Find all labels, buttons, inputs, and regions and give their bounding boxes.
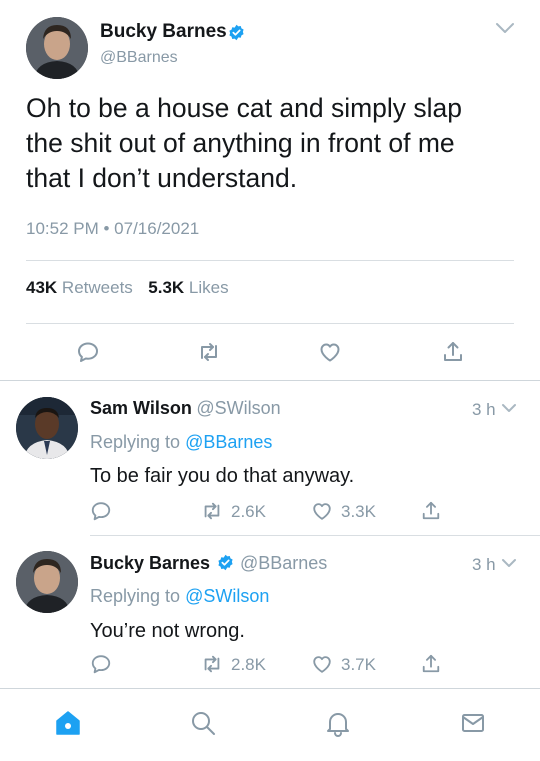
reply-header: Sam Wilson @SWilson bbox=[90, 398, 281, 419]
reply-time[interactable]: 3 h bbox=[472, 555, 496, 575]
replying-to-handle[interactable]: @BBarnes bbox=[185, 432, 272, 452]
chevron-down-icon[interactable] bbox=[494, 20, 516, 36]
reply-text: To be fair you do that anyway. bbox=[90, 465, 355, 487]
chevron-down-icon[interactable] bbox=[500, 557, 518, 571]
tweet-stats: 43K Retweets 5.3K Likes bbox=[26, 278, 229, 298]
verified-badge-icon bbox=[228, 24, 245, 41]
share-icon[interactable] bbox=[442, 340, 464, 364]
retweet-count: 2.6K bbox=[231, 502, 266, 521]
likes-count[interactable]: 5.3K bbox=[148, 278, 184, 297]
reply-time[interactable]: 3 h bbox=[472, 400, 496, 420]
retweets-count[interactable]: 43K bbox=[26, 278, 57, 297]
replying-prefix: Replying to bbox=[90, 586, 181, 606]
retweet-icon[interactable] bbox=[196, 340, 222, 364]
like-count: 3.3K bbox=[341, 502, 376, 521]
author-name[interactable]: Bucky Barnes bbox=[100, 21, 227, 43]
heart-icon[interactable] bbox=[311, 500, 333, 522]
tweet-text: Oh to be a house cat and simply slap the… bbox=[26, 93, 463, 193]
heart-icon[interactable] bbox=[311, 653, 333, 675]
thread-divider bbox=[0, 380, 540, 381]
home-icon[interactable] bbox=[54, 709, 82, 737]
replying-prefix: Replying to bbox=[90, 432, 181, 452]
reply-icon[interactable] bbox=[76, 340, 100, 364]
reply-author-handle[interactable]: @SWilson bbox=[196, 398, 280, 418]
reply-divider bbox=[90, 535, 540, 536]
retweet-count: 2.8K bbox=[231, 655, 266, 674]
divider bbox=[26, 260, 514, 261]
reply-icon[interactable] bbox=[90, 653, 112, 675]
reply-text: You’re not wrong. bbox=[90, 620, 245, 642]
likes-label[interactable]: Likes bbox=[189, 278, 229, 297]
search-icon[interactable] bbox=[189, 709, 217, 737]
reply-avatar[interactable] bbox=[16, 551, 78, 613]
replying-to-line: Replying to @SWilson bbox=[90, 586, 269, 607]
mail-icon[interactable] bbox=[459, 709, 487, 737]
reply-icon[interactable] bbox=[90, 500, 112, 522]
like-count: 3.7K bbox=[341, 655, 376, 674]
divider bbox=[26, 323, 514, 324]
heart-icon[interactable] bbox=[318, 340, 342, 364]
bottom-tab-bar bbox=[0, 689, 540, 761]
verified-badge-icon bbox=[217, 554, 234, 576]
author-avatar[interactable] bbox=[26, 17, 88, 79]
reply-author-handle[interactable]: @BBarnes bbox=[240, 553, 327, 573]
replying-to-handle[interactable]: @SWilson bbox=[185, 586, 269, 606]
share-icon[interactable] bbox=[421, 500, 441, 522]
tweet-timestamp[interactable]: 10:52 PM • 07/16/2021 bbox=[26, 219, 199, 239]
replying-to-line: Replying to @BBarnes bbox=[90, 432, 272, 453]
retweets-label[interactable]: Retweets bbox=[62, 278, 133, 297]
reply-header: Bucky Barnes @BBarnes bbox=[90, 553, 327, 576]
chevron-down-icon[interactable] bbox=[500, 402, 518, 416]
share-icon[interactable] bbox=[421, 653, 441, 675]
reply-author-name[interactable]: Bucky Barnes bbox=[90, 553, 210, 573]
bell-icon[interactable] bbox=[324, 709, 352, 737]
retweet-icon[interactable] bbox=[200, 653, 224, 675]
reply-author-name[interactable]: Sam Wilson bbox=[90, 398, 192, 418]
reply-avatar[interactable] bbox=[16, 397, 78, 459]
retweet-icon[interactable] bbox=[200, 500, 224, 522]
author-handle[interactable]: @BBarnes bbox=[100, 49, 178, 67]
